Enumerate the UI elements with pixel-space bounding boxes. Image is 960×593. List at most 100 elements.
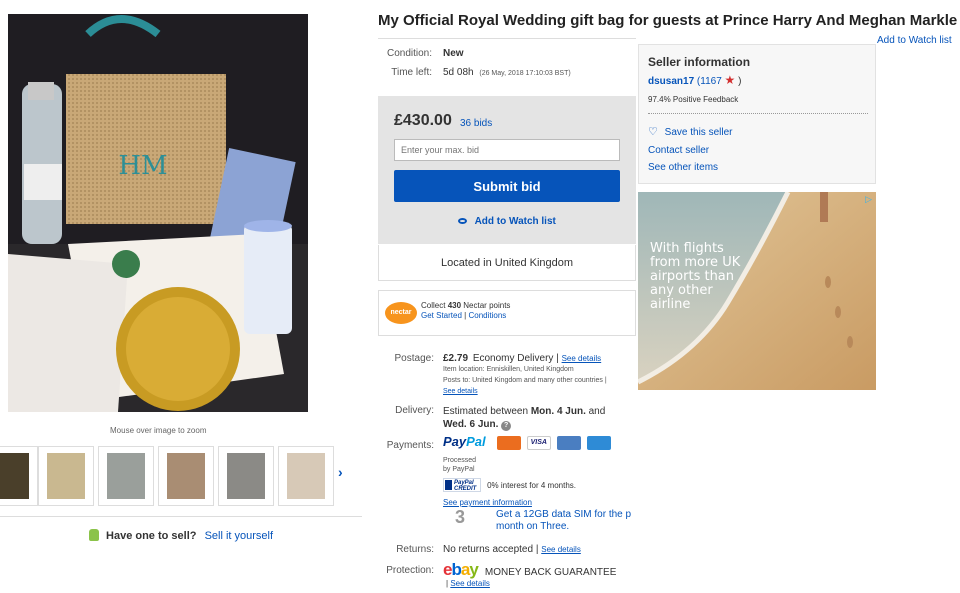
postage-label: Postage: (394, 353, 434, 364)
thumbnail-3[interactable] (98, 446, 154, 506)
money-back-guarantee: ebay MONEY BACK GUARANTEE (443, 560, 616, 580)
delivery-label: Delivery: (395, 405, 434, 416)
time-left-value: 5d 08h (26 May, 2018 17:10:03 BST) (443, 67, 571, 78)
delivery-prefix: Estimated between (443, 406, 529, 417)
seller-name-row: dsusan17 (1167 ★ ) (648, 73, 741, 87)
processed-by-paypal: Processed by PayPal (443, 456, 476, 474)
returns-see-details-link[interactable]: See details (541, 545, 581, 554)
see-other-items-link[interactable]: See other items (648, 162, 718, 173)
ad-headline: With flights from more UK airports than … (650, 242, 740, 312)
thumbnail-strip: › (0, 446, 360, 506)
nectar-promo: nectar Collect 430 Nectar points Get Sta… (378, 290, 636, 336)
delivery-estimate: Estimated between Mon. 4 Jun. and Wed. 6… (443, 405, 633, 431)
thumbnail-6[interactable] (278, 446, 334, 506)
postage-service: Economy Delivery (472, 353, 554, 364)
feedback-score-link[interactable]: (1167 (697, 76, 722, 87)
paypal-logo-pay: Pay (443, 434, 467, 449)
positive-feedback: 97.4% Positive Feedback (648, 95, 739, 104)
time-left-duration: 5d 08h (443, 67, 474, 78)
add-to-watch-list-button[interactable]: Add to Watch list (378, 216, 636, 227)
postage-price: £2.79 (443, 353, 469, 364)
sell-it-yourself-row: Have one to sell? Sell it yourself (0, 516, 362, 542)
postage-details: £2.79 Economy Delivery | See details Ite… (443, 353, 638, 396)
heart-icon: ♡ (648, 126, 658, 138)
posts-to-see-details-link[interactable]: See details (443, 388, 478, 395)
thumbnail-2[interactable] (38, 446, 94, 506)
bid-box: £430.00 36 bids Submit bid Add to Watch … (378, 96, 636, 244)
payments-label: Payments: (386, 440, 434, 451)
ebay-logo-b: b (451, 560, 461, 579)
amex-icon (586, 436, 611, 451)
seller-info-title: Seller information (648, 55, 751, 69)
payment-info-link[interactable]: See payment information (443, 498, 532, 507)
thumbnail-1[interactable] (0, 446, 38, 506)
paypal-p-icon (445, 480, 452, 490)
mastercard-icon (496, 436, 521, 451)
current-price: £430.00 (394, 112, 452, 129)
contact-seller-link[interactable]: Contact seller (648, 145, 709, 156)
postage-see-details-link[interactable]: See details (562, 354, 602, 363)
maestro-icon (556, 436, 581, 451)
submit-bid-button[interactable]: Submit bid (394, 170, 620, 202)
nectar-points: 430 (447, 301, 462, 310)
protection-details: | See details (446, 579, 490, 588)
ad-line-2: from more UK (650, 255, 741, 270)
nectar-points-label: Nectar points (463, 301, 511, 310)
thumbnail-5[interactable] (218, 446, 274, 506)
sim-offer-line1: Get a 12GB data SIM for the p (496, 509, 632, 520)
paypal-credit-row: PayPal CREDIT 0% interest for 4 months. (443, 478, 576, 492)
visa-icon: VISA (526, 436, 551, 451)
three-sim-offer-link[interactable]: Get a 12GB data SIM for the p month on T… (496, 509, 636, 533)
ad-line-1: With flights (650, 241, 724, 256)
paypal-credit-icon: PayPal CREDIT (443, 478, 481, 492)
posts-to: Posts to: United Kingdom and many other … (443, 377, 607, 384)
three-logo: 3 (455, 507, 466, 527)
delivery-and: and (588, 406, 606, 417)
separator: | (464, 311, 467, 320)
save-seller-link[interactable]: Save this seller (665, 127, 733, 138)
save-seller-row[interactable]: ♡ Save this seller (648, 125, 732, 138)
ad-line-3: airports than (650, 269, 735, 284)
main-item-photo[interactable]: HM (8, 14, 308, 412)
separator: | (535, 544, 539, 555)
listing-title: My Official Royal Wedding gift bag for g… (378, 12, 958, 29)
delivery-date-end: Wed. 6 Jun. (443, 419, 499, 430)
ebay-logo-y: y (469, 560, 479, 579)
max-bid-input[interactable] (394, 139, 620, 161)
watch-label: Add to Watch list (474, 216, 556, 227)
condition-value: New (443, 48, 464, 59)
separator: | (556, 353, 559, 364)
advertisement-banner[interactable]: ▷ With flights from more UK airports tha… (638, 192, 876, 390)
seller-info-panel: Seller information dsusan17 (1167 ★ ) 97… (638, 44, 876, 184)
nectar-text: Collect 430 Nectar points Get Started | … (421, 301, 510, 321)
condition-label: Condition: (386, 48, 432, 59)
thumbnail-4[interactable] (158, 446, 214, 506)
paypal-logo: PayPal (443, 434, 486, 449)
sell-prompt: Have one to sell? (106, 530, 197, 542)
time-left-label: Time left: (391, 67, 432, 78)
ad-line-5: airline (650, 297, 691, 312)
nectar-collect: Collect (421, 301, 446, 310)
sell-it-yourself-link[interactable]: Sell it yourself (205, 530, 273, 542)
gift-bag-photo: HM (8, 14, 308, 412)
info-icon[interactable]: ? (501, 421, 512, 431)
add-to-watch-list-link[interactable]: Add to Watch list (877, 35, 952, 46)
delivery-date-start: Mon. 4 Jun. (530, 406, 586, 417)
star-icon: ★ (724, 73, 736, 87)
svg-text:HM: HM (118, 151, 167, 181)
item-location-detail: Item location: Enniskillen, United Kingd… (443, 366, 574, 373)
protection-label: Protection: (386, 565, 434, 576)
zoom-hint: Mouse over image to zoom (110, 426, 207, 435)
adchoices-icon[interactable]: ▷ (865, 194, 872, 205)
nectar-conditions-link[interactable]: Conditions (468, 311, 506, 320)
bid-count-link[interactable]: 36 bids (460, 118, 492, 129)
nectar-get-started-link[interactable]: Get Started (421, 311, 462, 320)
nectar-logo: nectar (385, 302, 417, 324)
protection-see-details-link[interactable]: See details (450, 579, 490, 588)
paypal-logo-pal: Pal (466, 434, 486, 449)
hand-icon (88, 529, 99, 541)
mbg-text: MONEY BACK GUARANTEE (484, 567, 617, 578)
time-left-date: (26 May, 2018 17:10:03 BST) (479, 70, 571, 77)
next-thumbnails-arrow[interactable]: › (338, 464, 343, 480)
seller-username-link[interactable]: dsusan17 (648, 76, 694, 87)
